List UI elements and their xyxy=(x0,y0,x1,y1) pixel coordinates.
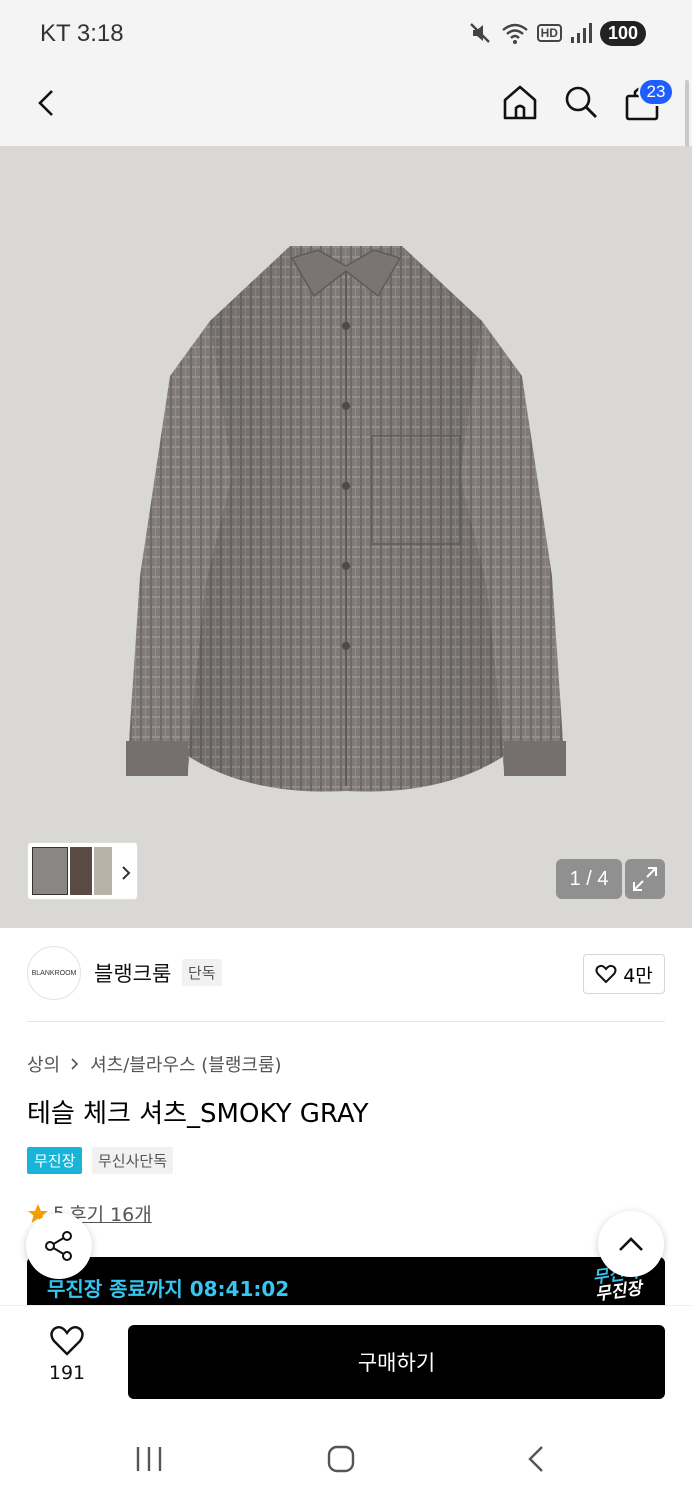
back-nav-icon[interactable] xyxy=(524,1444,548,1474)
home-icon[interactable] xyxy=(501,83,539,121)
expand-icon xyxy=(633,867,657,891)
exclusive-tag: 단독 xyxy=(182,959,222,986)
wifi-icon xyxy=(501,23,528,44)
share-button[interactable] xyxy=(26,1213,92,1279)
chevron-right-icon[interactable] xyxy=(120,865,132,881)
share-icon xyxy=(45,1231,72,1261)
shirt-image xyxy=(126,246,566,792)
chevron-up-icon xyxy=(619,1237,643,1251)
banner-logo-line2: 무진장 xyxy=(594,1278,644,1305)
divider xyxy=(27,1021,665,1022)
sale-banner[interactable]: 무진장 종료까지 08:41:02 무신사 무진장 xyxy=(27,1257,665,1305)
battery-icon: 100 xyxy=(599,20,646,46)
status-bar: KT 3:18 HD 100 xyxy=(0,0,692,72)
scroll-top-button[interactable] xyxy=(598,1211,664,1277)
thumbnail-1[interactable] xyxy=(32,847,68,895)
home-nav-icon[interactable] xyxy=(326,1444,356,1474)
thumbnail-strip[interactable] xyxy=(27,842,138,900)
mujinjang-tag: 무진장 xyxy=(27,1147,83,1174)
brand-like-count: 4만 xyxy=(623,964,653,987)
top-bar xyxy=(0,72,692,146)
system-nav-bar xyxy=(0,1420,692,1500)
search-icon[interactable] xyxy=(563,84,599,120)
thumbnail-2[interactable] xyxy=(70,847,92,895)
status-icons: HD 100 xyxy=(467,20,646,46)
brand-name[interactable]: 블랭크룸 xyxy=(94,958,171,988)
mute-icon xyxy=(469,23,490,43)
brand-logo[interactable]: BLANKROOM xyxy=(27,946,81,1000)
recent-apps-icon[interactable] xyxy=(134,1444,164,1474)
thumbnail-3[interactable] xyxy=(94,847,112,895)
scrollbar[interactable] xyxy=(685,80,689,152)
countdown-text: 무진장 종료까지 08:41:02 xyxy=(47,1277,290,1301)
expand-button[interactable] xyxy=(625,859,665,899)
musinsa-exclusive-tag: 무신사단독 xyxy=(92,1147,174,1174)
breadcrumb-category[interactable]: 상의 xyxy=(27,1051,60,1077)
back-icon[interactable] xyxy=(32,88,62,118)
breadcrumb-subcategory[interactable]: 셔츠/블라우스 (블랭크룸) xyxy=(90,1051,281,1077)
wish-button[interactable]: 191 xyxy=(40,1326,94,1384)
image-counter: 1 / 4 xyxy=(556,859,622,899)
cart-count-badge: 23 xyxy=(638,78,674,106)
wish-count: 191 xyxy=(48,1362,86,1384)
heart-icon xyxy=(595,964,617,984)
breadcrumb: 상의 셔츠/블라우스 (블랭크룸) xyxy=(27,1051,282,1077)
heart-icon xyxy=(50,1326,84,1356)
buy-button[interactable]: 구매하기 xyxy=(128,1325,665,1399)
chevron-right-icon xyxy=(71,1058,79,1070)
hd-icon: HD xyxy=(536,24,562,42)
brand-like-button[interactable]: 4만 xyxy=(583,954,665,994)
signal-icon xyxy=(570,23,592,43)
product-image[interactable] xyxy=(0,146,692,928)
product-title: 테슬 체크 셔츠_SMOKY GRAY xyxy=(27,1099,369,1129)
carrier-time: KT 3:18 xyxy=(40,20,124,47)
